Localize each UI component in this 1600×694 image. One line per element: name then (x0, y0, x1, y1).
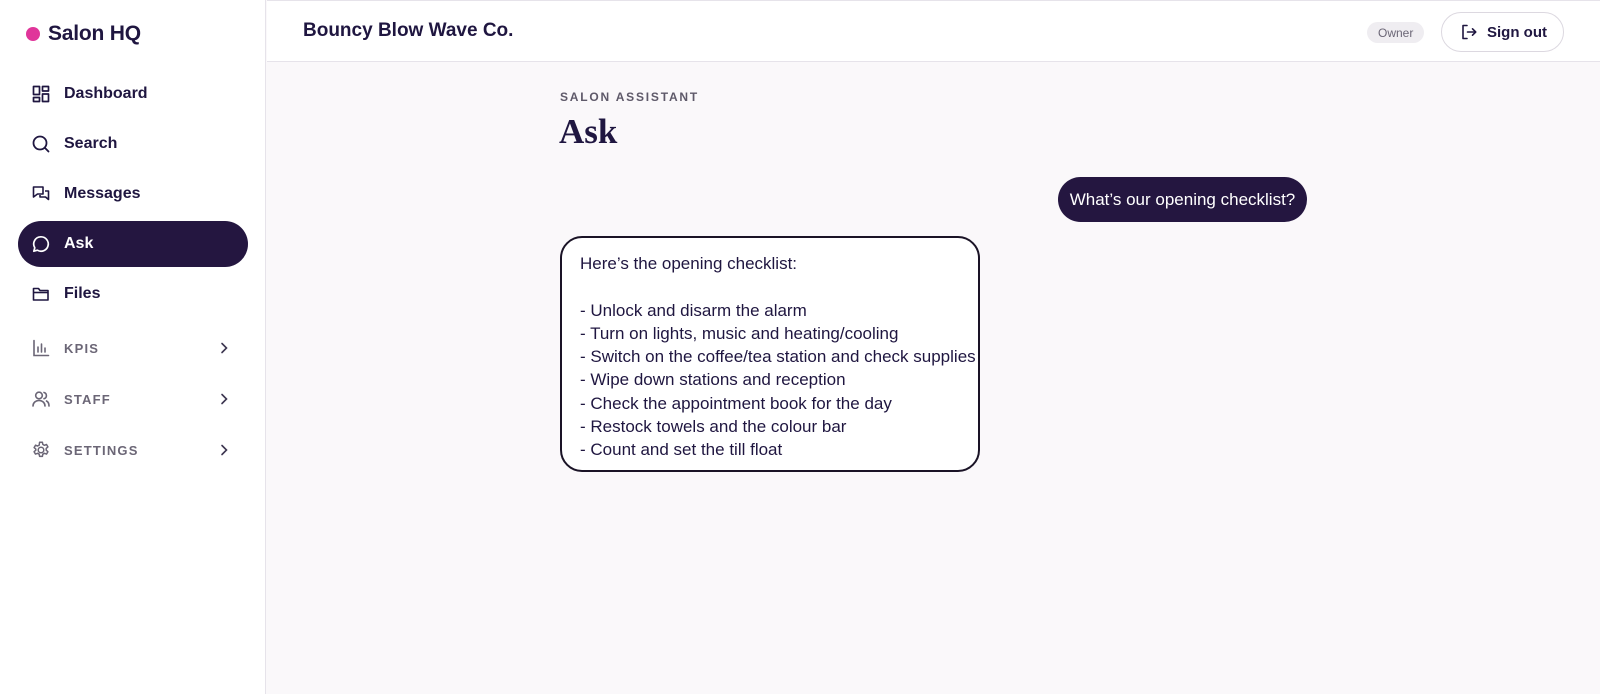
top-bar: Bouncy Blow Wave Co. Owner Sign out (267, 0, 1600, 62)
page-title: Ask (559, 112, 618, 151)
sidebar-item-search[interactable]: Search (18, 121, 248, 167)
search-icon (31, 134, 51, 154)
sign-out-button[interactable]: Sign out (1441, 12, 1564, 52)
sidebar-item-files[interactable]: Files (18, 271, 248, 317)
sidebar-group-label: STAFF (64, 391, 111, 407)
sidebar-item-ask[interactable]: Ask (18, 221, 248, 267)
sidebar-group-kpis[interactable]: KPIS (18, 325, 248, 371)
assistant-message-line: - Restock towels and the colour bar (580, 417, 847, 437)
chat-bubble-icon (31, 234, 51, 254)
assistant-message-line: - Unlock and disarm the alarm (580, 300, 807, 320)
sidebar-group-settings[interactable]: SETTINGS (18, 427, 248, 473)
sign-out-label: Sign out (1487, 23, 1547, 41)
sidebar-item-label: Dashboard (64, 85, 148, 102)
chevron-right-icon (221, 444, 228, 456)
sidebar-group-label: KPIS (64, 340, 100, 356)
chevron-right-icon (221, 393, 228, 405)
bar-chart-icon (31, 338, 51, 358)
assistant-message-line: - Check the appointment book for the day (580, 393, 892, 413)
assistant-message-line: - Switch on the coffee/tea station and c… (580, 347, 976, 367)
sign-out-icon (1462, 24, 1477, 40)
messages-icon (31, 184, 51, 204)
sidebar-group-label: SETTINGS (64, 442, 139, 458)
page-eyebrow: SALON ASSISTANT (560, 90, 700, 104)
brand[interactable]: Salon HQ (26, 22, 141, 46)
sidebar-item-label: Search (64, 135, 118, 152)
brand-dot (26, 27, 40, 41)
assistant-message-line: Here’s the opening checklist: (580, 254, 798, 273)
users-icon (31, 389, 51, 409)
folder-icon (31, 284, 51, 304)
dashboard-icon (31, 84, 51, 104)
sidebar-item-label: Files (64, 285, 101, 302)
sidebar: Salon HQ Dashboard Search Messages Ask F… (0, 0, 266, 694)
assistant-message-line: - Count and set the till float (580, 440, 783, 460)
sidebar-item-label: Ask (64, 235, 94, 252)
sidebar-item-messages[interactable]: Messages (18, 171, 248, 217)
chevron-right-icon (221, 342, 228, 354)
brand-name: Salon HQ (48, 22, 141, 45)
gear-icon (31, 440, 51, 460)
assistant-message-line: - Wipe down stations and reception (580, 370, 846, 390)
assistant-message-bubble: Here’s the opening checklist: - Unlock a… (560, 236, 980, 472)
user-message-bubble: What’s our opening checklist? (1058, 177, 1307, 222)
sidebar-item-dashboard[interactable]: Dashboard (18, 71, 248, 117)
sidebar-item-label: Messages (64, 185, 141, 202)
sidebar-group-staff[interactable]: STAFF (18, 376, 248, 422)
salon-name: Bouncy Blow Wave Co. (303, 20, 514, 41)
assistant-message-line (580, 275, 960, 298)
role-badge: Owner (1367, 22, 1425, 43)
assistant-message-line: - Turn on lights, music and heating/cool… (580, 323, 899, 343)
